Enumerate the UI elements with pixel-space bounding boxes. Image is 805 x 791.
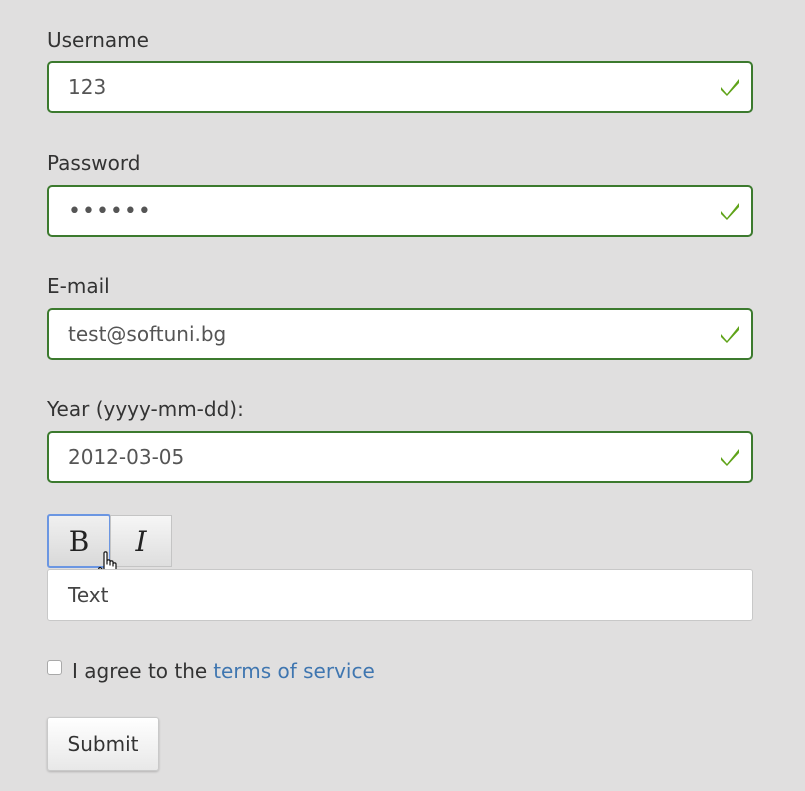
year-input[interactable] bbox=[49, 433, 688, 481]
bold-button[interactable]: B bbox=[47, 514, 111, 568]
username-field-wrap bbox=[47, 61, 753, 113]
password-field-wrap bbox=[47, 185, 753, 237]
editor-toolbar: B I bbox=[47, 514, 172, 580]
year-field-wrap bbox=[47, 431, 753, 483]
email-input[interactable] bbox=[49, 310, 688, 358]
password-label: Password bbox=[47, 151, 141, 175]
check-icon bbox=[721, 449, 739, 466]
agree-text: I agree to the bbox=[72, 659, 208, 683]
agree-row: I agree to the terms of service bbox=[47, 656, 375, 686]
submit-button[interactable]: Submit bbox=[47, 717, 159, 771]
password-input[interactable] bbox=[49, 187, 688, 235]
rich-text-editor[interactable]: Text bbox=[47, 569, 753, 621]
check-icon bbox=[721, 326, 739, 343]
check-icon bbox=[721, 79, 739, 96]
terms-of-service-link[interactable]: terms of service bbox=[213, 659, 375, 683]
email-field-wrap bbox=[47, 308, 753, 360]
email-label: E-mail bbox=[47, 274, 110, 298]
year-label: Year (yyyy-mm-dd): bbox=[47, 397, 244, 421]
username-input[interactable] bbox=[49, 63, 688, 111]
italic-button[interactable]: I bbox=[110, 515, 172, 567]
username-label: Username bbox=[47, 28, 149, 52]
agree-checkbox[interactable] bbox=[47, 659, 62, 675]
check-icon bbox=[721, 203, 739, 220]
